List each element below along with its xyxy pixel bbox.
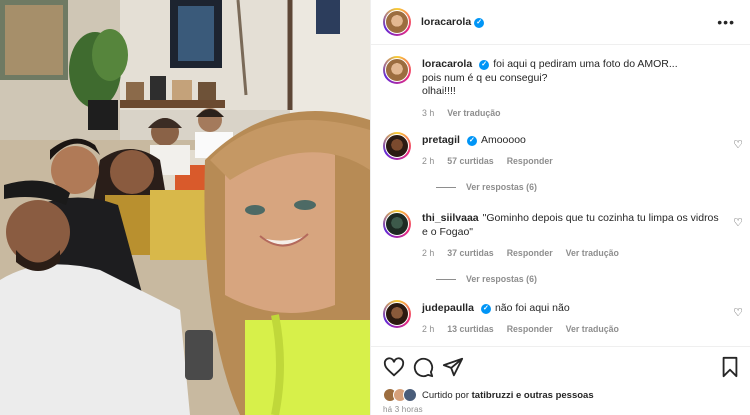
comment-text-line2: e o Fogao" xyxy=(422,225,474,238)
author-username[interactable]: loracarola xyxy=(421,16,471,28)
liker-avatar xyxy=(403,388,417,402)
liked-user[interactable]: tatibruzzi xyxy=(472,390,514,401)
author-avatar[interactable] xyxy=(383,56,411,84)
share-icon[interactable] xyxy=(442,356,464,378)
comment-username[interactable]: thi_siilvaaa xyxy=(422,212,479,224)
caption-username[interactable]: loracarola xyxy=(422,58,472,70)
caption-text-line2: pois num é q eu consegui? xyxy=(422,71,548,84)
see-translation-button[interactable]: Ver tradução xyxy=(566,324,619,334)
caption-text-line1: foi aqui q pediram uma foto do AMOR... xyxy=(493,58,678,70)
reply-button[interactable]: Responder xyxy=(507,156,553,166)
comment-likes[interactable]: 13 curtidas xyxy=(447,324,493,334)
bookmark-icon[interactable] xyxy=(719,356,741,378)
replies-line xyxy=(436,278,456,280)
comment-likes[interactable]: 37 curtidas xyxy=(447,248,493,258)
commenter-avatar[interactable] xyxy=(383,210,411,238)
heart-icon[interactable]: ♡ xyxy=(733,216,743,229)
comment-text-line1: "Gominho depois que tu cozinha tu limpa … xyxy=(482,212,719,224)
reply-button[interactable]: Responder xyxy=(507,324,553,334)
author-avatar[interactable] xyxy=(383,8,411,36)
verified-badge-icon: ✓ xyxy=(480,304,491,314)
selfie-photo-illustration xyxy=(0,0,370,415)
heart-icon[interactable] xyxy=(383,356,405,378)
comment-item: judepaulla ✓ não foi aqui não 2 h 13 curti… xyxy=(383,300,743,344)
verified-badge-icon: ✓ xyxy=(474,18,485,28)
liked-suffix[interactable]: e outras pessoas xyxy=(516,390,594,401)
heart-icon[interactable]: ♡ xyxy=(733,306,743,319)
verified-badge-icon: ✓ xyxy=(466,136,477,146)
comment-likes[interactable]: 57 curtidas xyxy=(447,156,493,166)
comment-text: não foi aqui não xyxy=(494,302,570,314)
comment-text: Amooooo xyxy=(480,134,526,146)
comment-time: 2 h xyxy=(422,156,435,166)
commenter-avatar[interactable] xyxy=(383,300,411,328)
heart-icon[interactable]: ♡ xyxy=(733,138,743,151)
view-replies-label: Ver respostas (6) xyxy=(466,274,537,284)
liked-by-row: Curtido por tatibruzzi e outras pessoas xyxy=(383,388,594,402)
verified-badge-icon: ✓ xyxy=(479,60,490,70)
replies-line xyxy=(436,186,456,188)
post-photo[interactable] xyxy=(0,0,370,415)
see-translation-button[interactable]: Ver tradução xyxy=(447,108,500,118)
liked-prefix: Curtido por xyxy=(422,389,469,401)
caption-time: 3 h xyxy=(422,108,435,118)
liker-avatars[interactable] xyxy=(383,388,417,402)
comment-username[interactable]: judepaulla xyxy=(422,302,474,314)
reply-button[interactable]: Responder xyxy=(507,248,553,258)
comments-list[interactable]: loracarola ✓ foi aqui q pediram uma foto d… xyxy=(371,46,750,346)
see-translation-button[interactable]: Ver tradução xyxy=(566,248,619,258)
view-replies-button[interactable]: Ver respostas (6) xyxy=(436,274,537,284)
comment-icon[interactable] xyxy=(412,356,434,378)
comment-item: pretagil ✓ Amooooo 2 h 57 curtidas Respond… xyxy=(383,132,743,202)
comment-time: 2 h xyxy=(422,324,435,334)
comment-time: 2 h xyxy=(422,248,435,258)
post-timestamp: há 3 horas xyxy=(383,405,423,414)
comment-item: thi_siilvaaa "Gominho depois que tu cozin… xyxy=(383,210,743,290)
post-caption: loracarola ✓ foi aqui q pediram uma foto d… xyxy=(383,56,743,126)
caption-text-line3: olhai!!!! xyxy=(422,85,456,97)
view-replies-label: Ver respostas (6) xyxy=(466,182,537,192)
more-options-icon[interactable]: ••• xyxy=(717,14,735,30)
view-replies-button[interactable]: Ver respostas (6) xyxy=(436,182,537,192)
commenter-avatar[interactable] xyxy=(383,132,411,160)
instagram-post-modal: loracarola ✓ ••• loracarola ✓ foi aqui q pe… xyxy=(0,0,750,415)
post-header: loracarola ✓ ••• xyxy=(371,0,750,45)
post-details-panel: loracarola ✓ ••• loracarola ✓ foi aqui q pe… xyxy=(370,0,750,415)
comment-username[interactable]: pretagil xyxy=(422,134,460,146)
post-actions: Curtido por tatibruzzi e outras pessoas … xyxy=(371,346,750,415)
